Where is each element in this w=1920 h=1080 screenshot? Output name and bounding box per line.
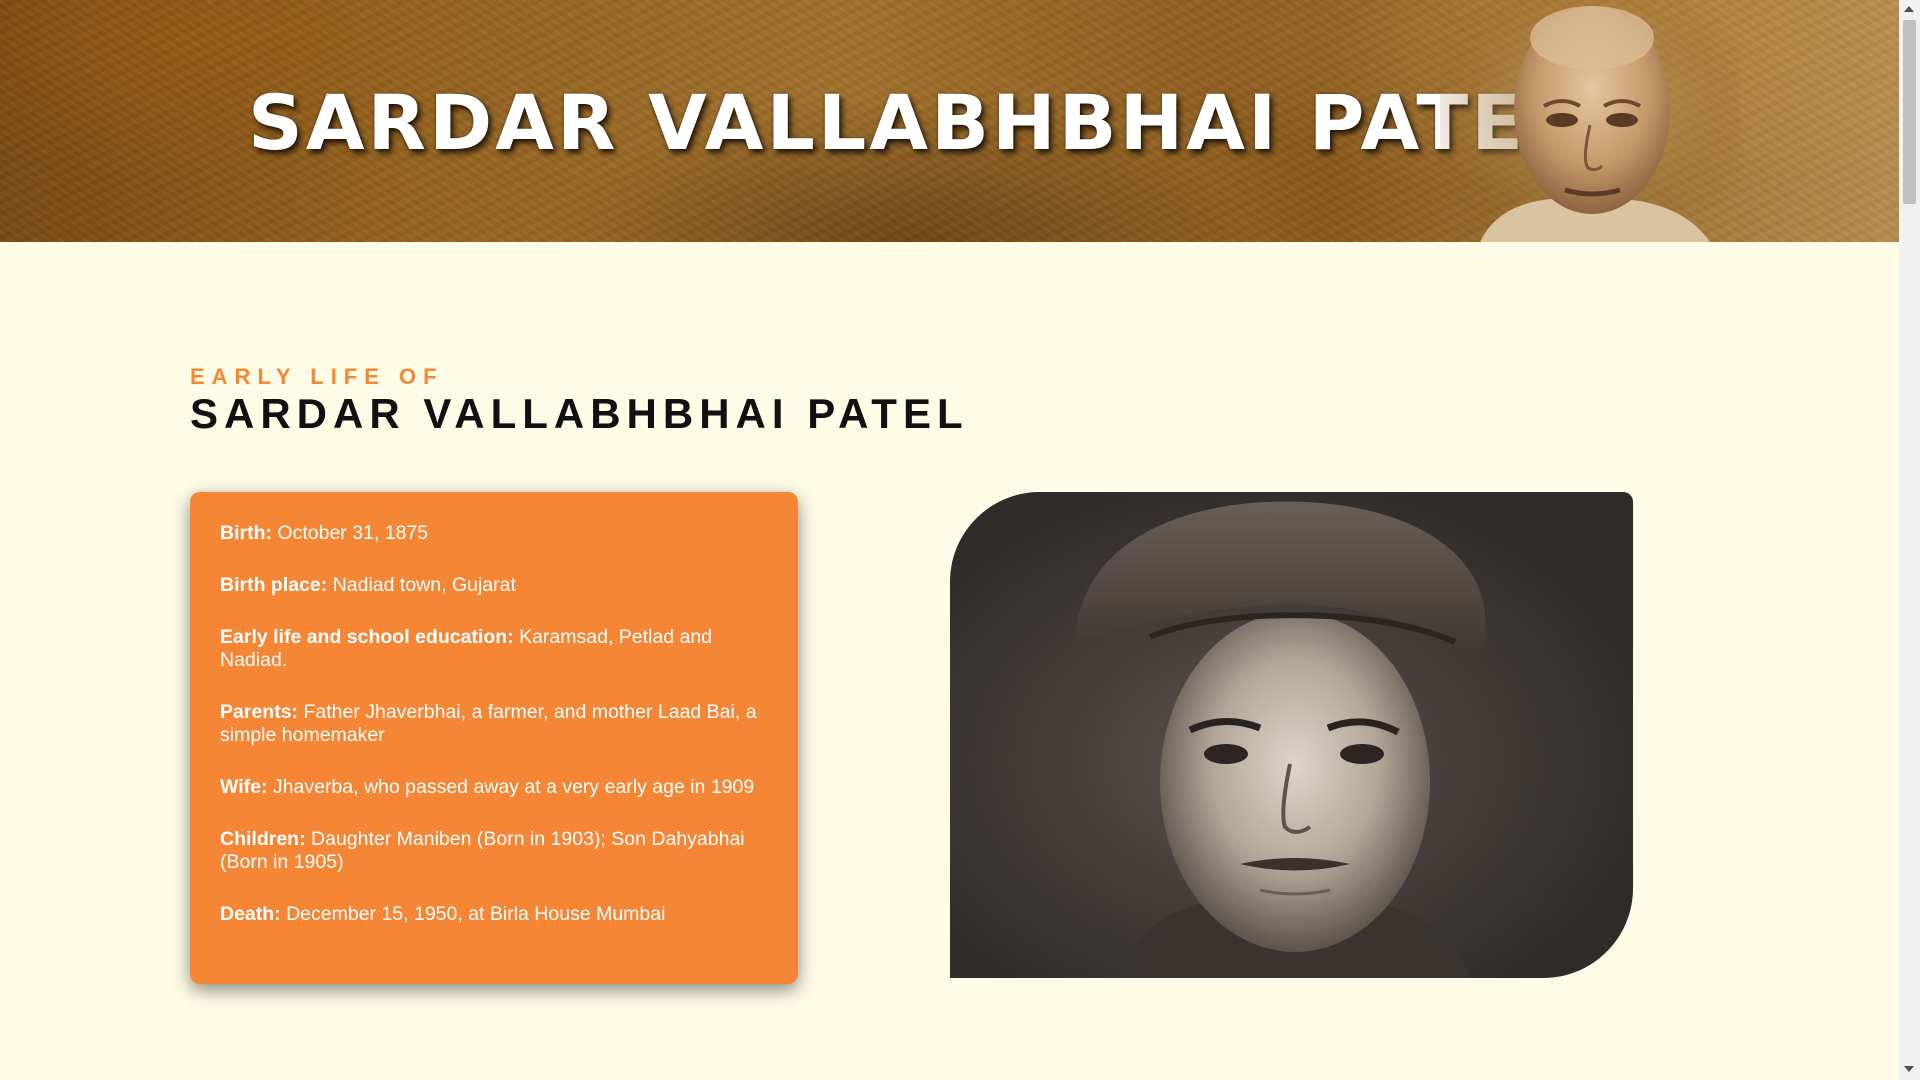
fact-label: Wife: bbox=[220, 776, 268, 798]
banner-title: SARDAR VALLABHBHAI PATEL bbox=[248, 78, 1578, 167]
fact-wife: Wife: Jhaverba, who passed away at a ver… bbox=[220, 776, 768, 799]
fact-label: Parents: bbox=[220, 701, 299, 723]
fact-value: December 15, 1950, at Birla House Mumbai bbox=[286, 903, 666, 925]
fact-value: Jhaverba, who passed away at a very earl… bbox=[272, 776, 755, 798]
scroll-down-arrow-icon[interactable] bbox=[1904, 1066, 1914, 1072]
section-title: SARDAR VALLABHBHAI PATEL bbox=[190, 390, 969, 437]
early-life-photo bbox=[950, 492, 1633, 978]
fact-label: Death: bbox=[220, 903, 281, 925]
fact-children: Children: Daughter Maniben (Born in 1903… bbox=[220, 828, 768, 874]
scrollbar-thumb[interactable] bbox=[1903, 20, 1916, 204]
hero-banner: SARDAR VALLABHBHAI PATEL bbox=[0, 0, 1899, 242]
fact-parents: Parents: Father Jhaverbhai, a farmer, an… bbox=[220, 701, 768, 747]
fact-death: Death: December 15, 1950, at Birla House… bbox=[220, 903, 768, 926]
page: SARDAR VALLABHBHAI PATEL EARLY LIFE OF S… bbox=[0, 0, 1920, 1080]
early-life-facts-card: Birth: October 31, 1875 Birth place: Nad… bbox=[190, 492, 798, 984]
banner-portrait-image bbox=[1440, 0, 1740, 242]
fact-label: Birth place: bbox=[220, 574, 328, 596]
fact-value: Nadiad town, Gujarat bbox=[332, 574, 516, 596]
fact-label: Children: bbox=[220, 828, 306, 850]
fact-label: Early life and school education: bbox=[220, 626, 514, 648]
fact-label: Birth: bbox=[220, 522, 272, 544]
vertical-scrollbar[interactable] bbox=[1899, 0, 1920, 1080]
young-patel-portrait-image bbox=[950, 492, 1633, 978]
fact-birth: Birth: October 31, 1875 bbox=[220, 522, 768, 545]
fact-value: October 31, 1875 bbox=[277, 522, 429, 544]
fact-birth-place: Birth place: Nadiad town, Gujarat bbox=[220, 574, 768, 597]
scroll-up-arrow-icon[interactable] bbox=[1904, 6, 1914, 12]
section-eyebrow: EARLY LIFE OF bbox=[190, 364, 444, 389]
fact-education: Early life and school education: Karamsa… bbox=[220, 626, 768, 672]
fact-value: Father Jhaverbhai, a farmer, and mother … bbox=[220, 701, 757, 746]
